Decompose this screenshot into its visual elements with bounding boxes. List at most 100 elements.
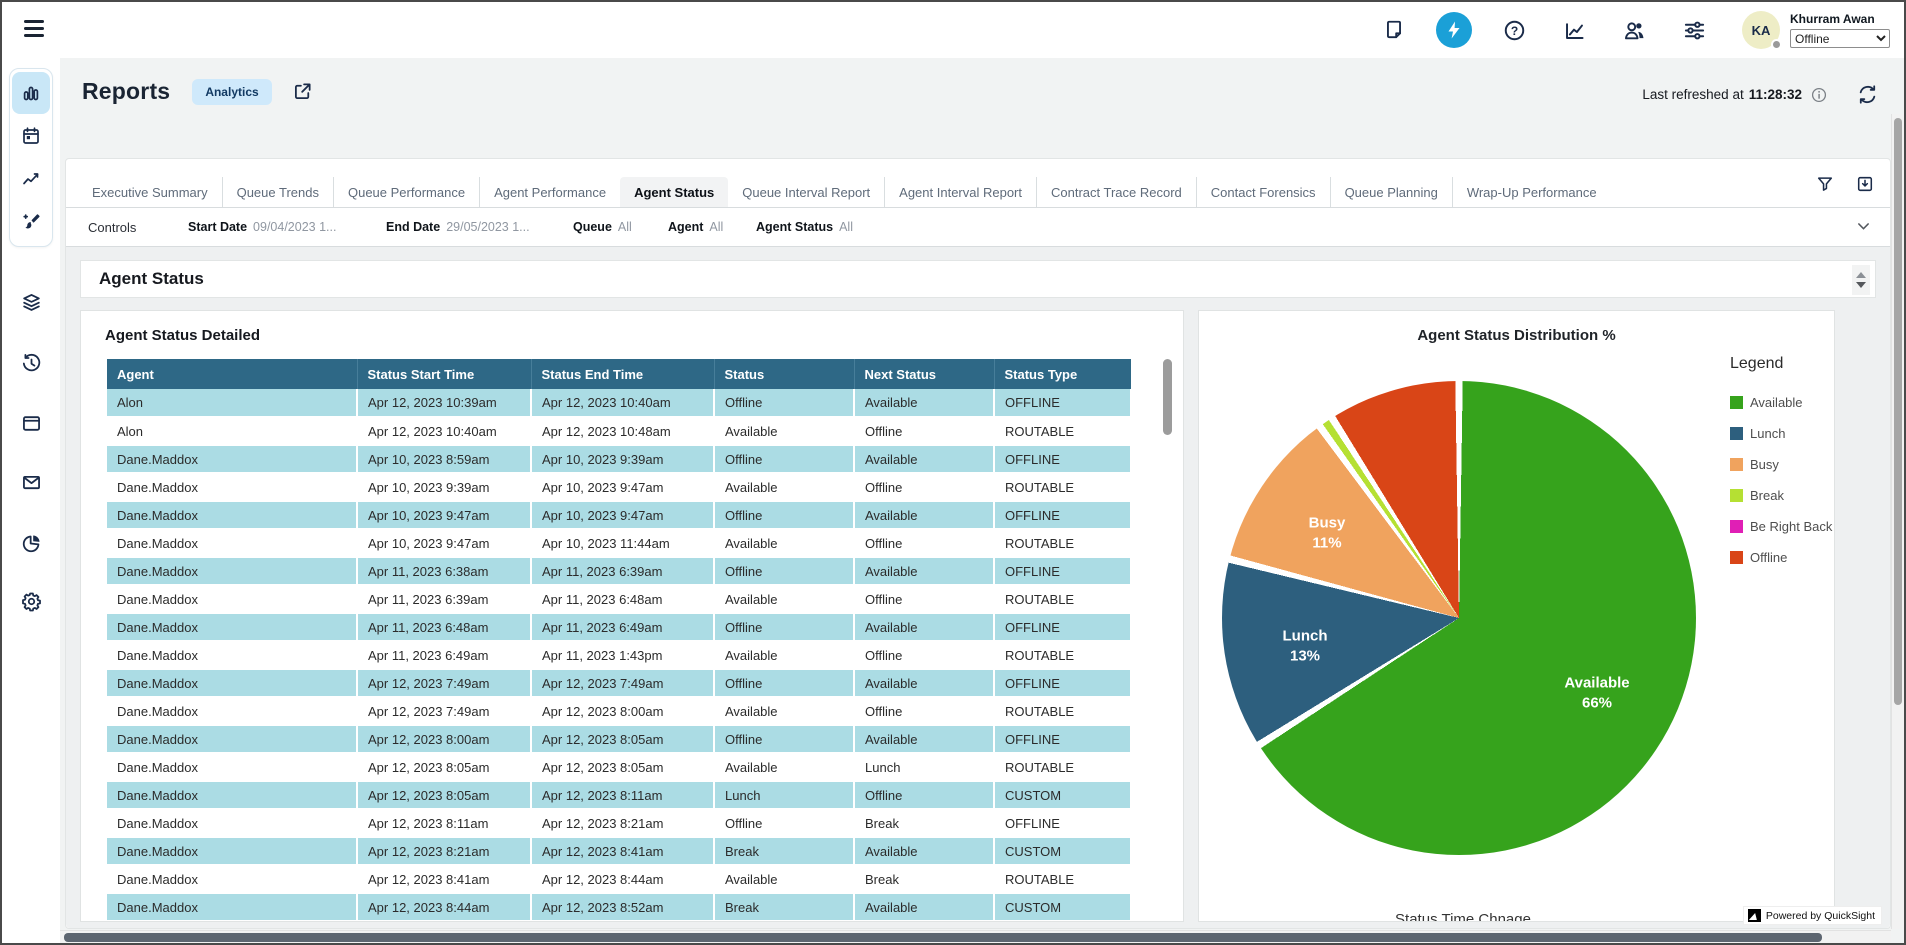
hamburger-menu-icon[interactable] bbox=[24, 20, 44, 40]
table-cell: Apr 11, 2023 6:38am bbox=[357, 557, 531, 585]
export-download-icon[interactable] bbox=[1856, 175, 1874, 193]
page-vertical-scrollbar[interactable] bbox=[1891, 114, 1904, 929]
table-row: Dane.MaddoxApr 10, 2023 9:47amApr 10, 20… bbox=[107, 501, 1131, 529]
table-scrollbar[interactable] bbox=[1163, 359, 1172, 435]
control-end-date[interactable]: End Date29/05/2023 1... bbox=[386, 220, 530, 234]
column-header-agent[interactable]: Agent bbox=[107, 359, 357, 389]
help-icon[interactable]: ? bbox=[1502, 18, 1526, 42]
table-cell: ROUTABLE bbox=[994, 529, 1131, 557]
table-cell: Available bbox=[854, 893, 994, 921]
control-queue[interactable]: QueueAll bbox=[573, 220, 632, 234]
flash-active-icon[interactable] bbox=[1436, 12, 1472, 48]
table-cell: Offline bbox=[714, 389, 854, 417]
user-avatar[interactable]: KA bbox=[1742, 11, 1780, 49]
legend-item-be-right-back[interactable]: Be Right Back bbox=[1730, 519, 1832, 534]
tab-queue-interval-report[interactable]: Queue Interval Report bbox=[728, 177, 884, 207]
table-cell: Apr 11, 2023 6:39am bbox=[531, 557, 714, 585]
tab-queue-trends[interactable]: Queue Trends bbox=[222, 177, 333, 207]
table-row: Dane.MaddoxApr 12, 2023 8:21amApr 12, 20… bbox=[107, 837, 1131, 865]
document-icon[interactable] bbox=[1382, 18, 1406, 42]
tab-agent-performance[interactable]: Agent Performance bbox=[479, 177, 620, 207]
tab-queue-planning[interactable]: Queue Planning bbox=[1330, 177, 1452, 207]
control-agent[interactable]: AgentAll bbox=[668, 220, 723, 234]
sidebar-item-layers[interactable] bbox=[12, 283, 50, 321]
table-cell: Available bbox=[714, 529, 854, 557]
page-horizontal-scrollbar[interactable] bbox=[60, 930, 1891, 943]
analytics-badge[interactable]: Analytics bbox=[192, 79, 271, 105]
sidebar-item-reports[interactable] bbox=[12, 72, 50, 114]
legend-title: Legend bbox=[1730, 355, 1832, 373]
legend-item-offline[interactable]: Offline bbox=[1730, 550, 1832, 565]
table-cell: CUSTOM bbox=[994, 837, 1131, 865]
tab-agent-interval-report[interactable]: Agent Interval Report bbox=[884, 177, 1036, 207]
table-cell: Lunch bbox=[714, 781, 854, 809]
legend-item-lunch[interactable]: Lunch bbox=[1730, 426, 1832, 441]
table-row: Dane.MaddoxApr 11, 2023 6:48amApr 11, 20… bbox=[107, 613, 1131, 641]
legend-item-busy[interactable]: Busy bbox=[1730, 457, 1832, 472]
column-header-status[interactable]: Status bbox=[714, 359, 854, 389]
topbar-actions: ? KA Khurram Awan Offline bbox=[1382, 2, 1894, 58]
table-cell: Available bbox=[714, 865, 854, 893]
table-cell: OFFLINE bbox=[994, 557, 1131, 585]
agent-status-detailed-panel: Agent Status Detailed AgentStatus Start … bbox=[80, 310, 1184, 922]
external-link-icon[interactable] bbox=[292, 81, 313, 102]
table-row: Dane.MaddoxApr 12, 2023 7:49amApr 12, 20… bbox=[107, 669, 1131, 697]
tab-queue-performance[interactable]: Queue Performance bbox=[333, 177, 479, 207]
chevron-down-icon[interactable] bbox=[1855, 218, 1872, 235]
table-cell: Apr 12, 2023 7:49am bbox=[357, 669, 531, 697]
users-icon[interactable] bbox=[1622, 18, 1646, 42]
agent-status-table: AgentStatus Start TimeStatus End TimeSta… bbox=[107, 359, 1132, 922]
sidebar-item-history[interactable] bbox=[12, 344, 50, 382]
sidebar-item-window[interactable] bbox=[12, 404, 50, 442]
settings-gear-icon bbox=[21, 591, 42, 612]
controls-label[interactable]: Controls bbox=[88, 220, 136, 235]
tab-executive-summary[interactable]: Executive Summary bbox=[78, 177, 222, 207]
section-stepper[interactable] bbox=[1852, 265, 1870, 295]
table-cell: Apr 11, 2023 6:49am bbox=[531, 613, 714, 641]
refresh-icon[interactable] bbox=[1857, 84, 1878, 105]
agent-status-select[interactable]: Offline bbox=[1790, 29, 1890, 48]
legend-item-available[interactable]: Available bbox=[1730, 395, 1832, 410]
tab-wrap-up-performance[interactable]: Wrap-Up Performance bbox=[1452, 177, 1611, 207]
report-card: Executive SummaryQueue TrendsQueue Perfo… bbox=[65, 158, 1891, 929]
tab-agent-status[interactable]: Agent Status bbox=[620, 177, 728, 207]
tab-contract-trace-record[interactable]: Contract Trace Record bbox=[1036, 177, 1196, 207]
legend-item-break[interactable]: Break bbox=[1730, 488, 1832, 503]
table-cell: Apr 12, 2023 8:05am bbox=[531, 753, 714, 781]
line-chart-icon bbox=[21, 169, 41, 189]
sidebar-item-schedule[interactable] bbox=[12, 115, 50, 157]
sidebar-item-mail[interactable] bbox=[12, 463, 50, 501]
table-cell: Dane.Maddox bbox=[107, 725, 357, 753]
table-cell: Apr 10, 2023 8:59am bbox=[357, 445, 531, 473]
history-icon bbox=[21, 353, 42, 374]
section-bar: Agent Status bbox=[80, 260, 1876, 298]
column-header-status-type[interactable]: Status Type bbox=[994, 359, 1131, 389]
agent-status-pie-chart[interactable] bbox=[1222, 381, 1696, 855]
column-header-status-end-time[interactable]: Status End Time bbox=[531, 359, 714, 389]
preferences-sliders-icon[interactable] bbox=[1682, 18, 1706, 42]
table-cell: OFFLINE bbox=[994, 445, 1131, 473]
column-header-status-start-time[interactable]: Status Start Time bbox=[357, 359, 531, 389]
tab-contact-forensics[interactable]: Contact Forensics bbox=[1196, 177, 1330, 207]
sidebar-item-pie[interactable] bbox=[12, 524, 50, 562]
table-cell: Apr 12, 2023 8:21am bbox=[531, 809, 714, 837]
metrics-icon[interactable] bbox=[1562, 18, 1586, 42]
table-cell: Dane.Maddox bbox=[107, 501, 357, 529]
legend-swatch-icon bbox=[1730, 520, 1743, 533]
table-cell: Offline bbox=[854, 781, 994, 809]
sidebar-item-trends[interactable] bbox=[12, 158, 50, 200]
table-cell: OFFLINE bbox=[994, 613, 1131, 641]
control-start-date[interactable]: Start Date09/04/2023 1... bbox=[188, 220, 336, 234]
column-header-next-status[interactable]: Next Status bbox=[854, 359, 994, 389]
horizontal-scroll-thumb[interactable] bbox=[64, 933, 1822, 942]
info-icon[interactable] bbox=[1811, 87, 1827, 103]
main-area: Reports Analytics Last refreshed at 11:2… bbox=[60, 58, 1904, 943]
sidebar-item-design[interactable] bbox=[12, 201, 50, 243]
filter-icon[interactable] bbox=[1816, 175, 1834, 193]
status-dot bbox=[1771, 39, 1782, 50]
design-brush-icon bbox=[21, 212, 41, 232]
control-agent-status[interactable]: Agent StatusAll bbox=[756, 220, 853, 234]
vertical-scroll-thumb[interactable] bbox=[1894, 118, 1902, 705]
table-cell: ROUTABLE bbox=[994, 641, 1131, 669]
sidebar-item-settings[interactable] bbox=[12, 582, 50, 620]
